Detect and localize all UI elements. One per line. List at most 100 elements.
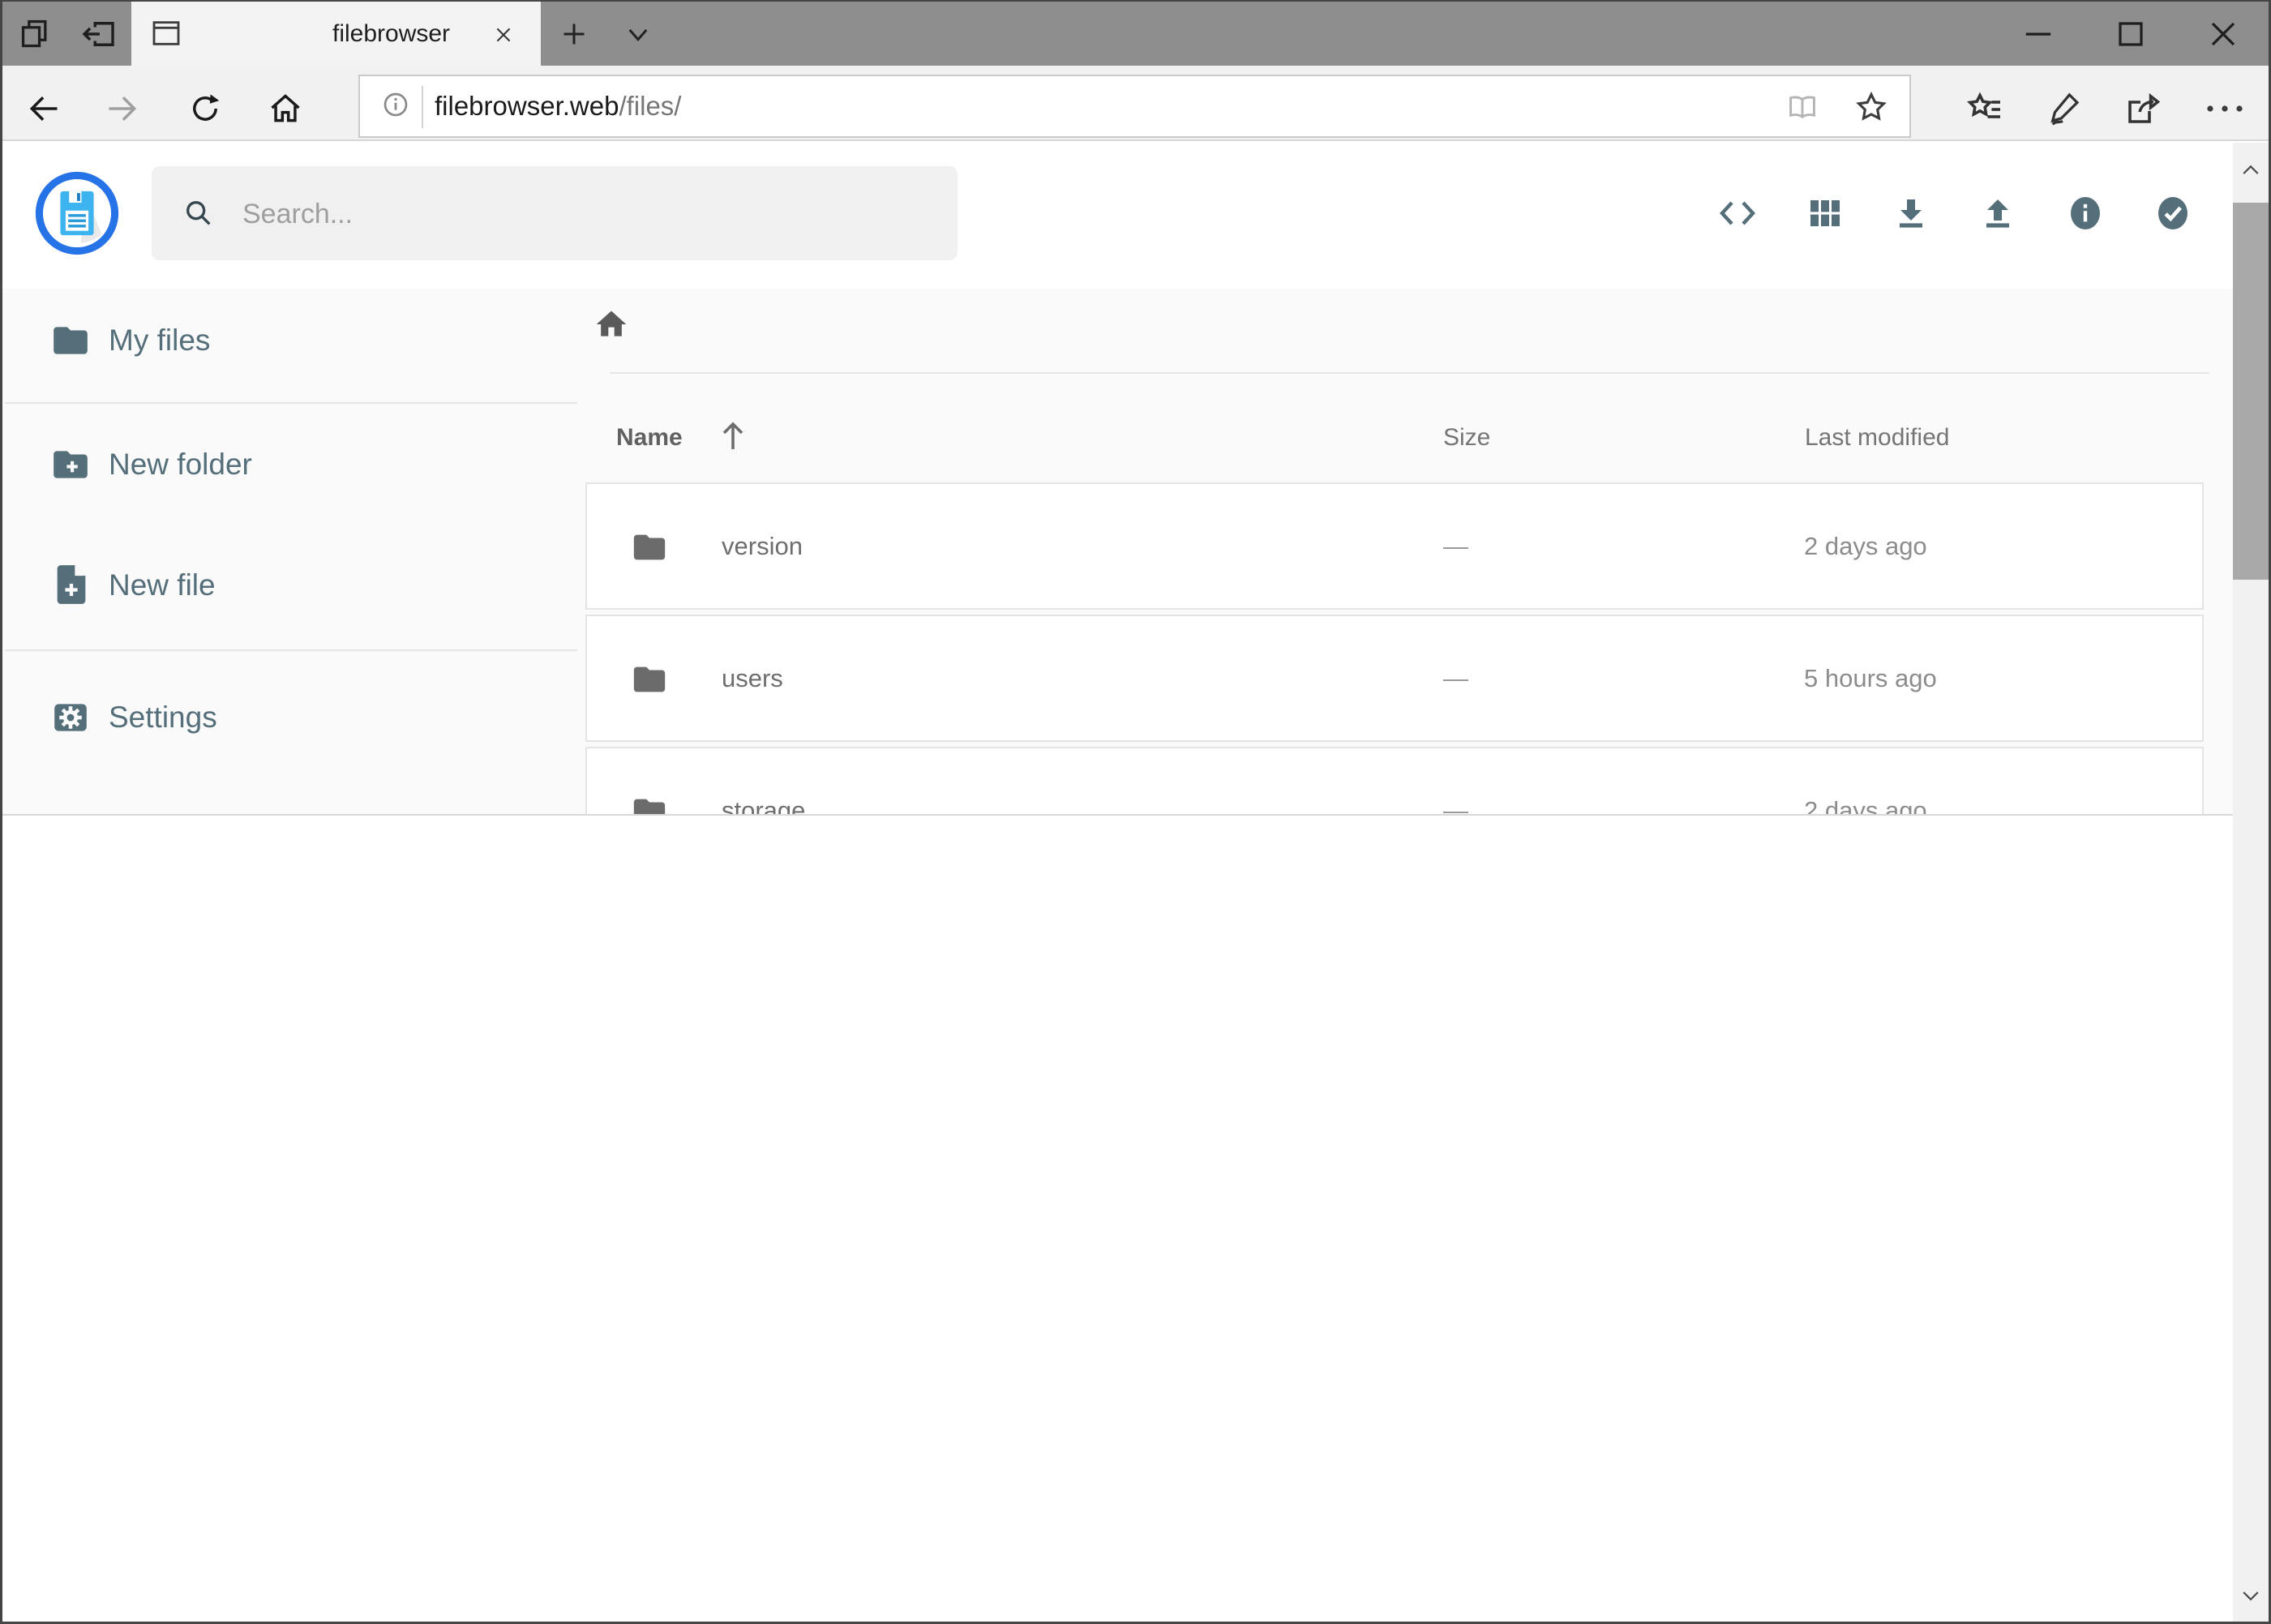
maximize-icon — [2110, 13, 2152, 55]
tabs-aside-button[interactable] — [79, 19, 117, 49]
sort-up-icon[interactable] — [717, 417, 749, 456]
home-icon — [268, 91, 303, 126]
scroll-down-button[interactable] — [2239, 1584, 2262, 1607]
search-box[interactable] — [152, 166, 958, 260]
tab-pages-icon — [18, 18, 54, 50]
refresh-button[interactable] — [187, 91, 223, 126]
scroll-up-button[interactable] — [2239, 159, 2262, 182]
new-tab-button[interactable] — [558, 18, 590, 50]
screen: filebrowser — [0, 0, 2271, 1624]
upload-icon — [1978, 194, 2017, 233]
upload-button[interactable] — [1978, 194, 2017, 233]
close-icon — [492, 24, 515, 46]
sidebar-divider — [5, 402, 577, 404]
info-filled-icon — [2066, 192, 2105, 234]
filebrowser-logo — [35, 171, 119, 255]
raw-editor-button[interactable] — [1718, 194, 1757, 233]
sidebar-item-label: New file — [109, 545, 216, 626]
file-size: — — [1443, 484, 1468, 608]
site-info-icon[interactable] — [380, 89, 411, 120]
search-input[interactable] — [241, 166, 941, 262]
favorite-star-button[interactable] — [1853, 89, 1889, 125]
download-button[interactable] — [1892, 194, 1930, 233]
scrollbar-thumb[interactable] — [2233, 203, 2269, 580]
terminal-panel[interactable]: > git status On branch master Your branc… — [0, 814, 2271, 1624]
close-icon — [2202, 13, 2244, 55]
web-notes-button[interactable] — [2046, 89, 2084, 126]
forward-arrow-icon — [105, 91, 140, 126]
breadcrumb-home-button[interactable] — [593, 306, 629, 342]
window-close-button[interactable] — [2202, 13, 2244, 55]
sidebar-divider — [5, 649, 577, 651]
file-row-version[interactable]: version — 2 days ago — [585, 482, 2204, 610]
page-scrollbar[interactable] — [2233, 143, 2269, 1624]
folder-icon — [631, 529, 668, 566]
folder-plus-icon — [50, 444, 91, 485]
gear-icon — [50, 697, 91, 738]
code-brackets-icon — [1718, 194, 1757, 233]
column-header-name[interactable]: Name — [616, 420, 683, 456]
settings-menu-button[interactable] — [2204, 99, 2246, 118]
floppy-logo-icon — [35, 171, 119, 255]
download-icon — [1892, 194, 1930, 233]
address-bar[interactable]: filebrowser.web/files/ — [358, 75, 1911, 138]
back-button[interactable] — [26, 91, 62, 126]
chevron-down-icon — [2239, 1584, 2262, 1607]
tabs-aside-icon — [79, 19, 117, 49]
grid-view-icon — [1806, 194, 1845, 233]
star-icon — [1853, 89, 1889, 125]
favorites-hub-button[interactable] — [1965, 89, 2004, 128]
file-name: users — [722, 616, 783, 740]
window-border-top — [0, 0, 2271, 2]
file-row-users[interactable]: users — 5 hours ago — [585, 615, 2204, 742]
file-modified: 2 days ago — [1804, 484, 1927, 608]
folder-icon — [631, 661, 668, 698]
url-path: /files/ — [619, 91, 681, 121]
search-icon — [182, 197, 215, 229]
select-multiple-button[interactable] — [2153, 192, 2192, 234]
grid-view-button[interactable] — [1806, 194, 1845, 233]
url-text[interactable]: filebrowser.web/files/ — [435, 76, 681, 136]
address-separator — [422, 86, 423, 128]
chevron-up-icon — [2239, 159, 2262, 182]
column-label: Name — [616, 424, 683, 451]
minimize-icon — [2017, 13, 2059, 55]
sidebar-item-label: Settings — [109, 677, 217, 758]
favorites-hub-icon — [1965, 89, 2004, 128]
file-modified: 5 hours ago — [1804, 616, 1937, 740]
share-button[interactable] — [2123, 89, 2162, 128]
column-header-modified[interactable]: Last modified — [1805, 420, 1949, 456]
forward-button[interactable] — [105, 91, 140, 126]
tab-preview-button[interactable] — [18, 18, 54, 50]
sidebar-item-settings[interactable]: Settings — [0, 677, 584, 758]
home-button[interactable] — [268, 91, 303, 126]
sidebar-item-label: My files — [109, 300, 210, 381]
home-filled-icon — [593, 306, 629, 342]
file-name: version — [722, 484, 803, 608]
pen-icon — [2046, 89, 2084, 126]
back-arrow-icon — [26, 91, 62, 126]
sidebar-item-label: New folder — [109, 424, 252, 505]
sidebar-item-new-folder[interactable]: New folder — [0, 424, 584, 505]
share-icon — [2123, 89, 2162, 128]
tab-title: filebrowser — [332, 2, 450, 66]
plus-icon — [558, 18, 590, 50]
window-minimize-button[interactable] — [2017, 13, 2059, 55]
page-favicon-icon — [150, 19, 182, 48]
tab-list-button[interactable] — [623, 24, 653, 47]
browser-tab[interactable]: filebrowser — [131, 2, 541, 66]
book-icon — [1785, 93, 1819, 121]
sidebar-item-my-files[interactable]: My files — [0, 300, 584, 381]
tab-close-button[interactable] — [492, 24, 515, 46]
window-border-left — [0, 2, 2, 1624]
file-size: — — [1443, 616, 1468, 740]
folder-icon — [50, 320, 91, 361]
reading-view-button[interactable] — [1785, 93, 1819, 121]
info-button[interactable] — [2066, 192, 2105, 234]
column-header-size[interactable]: Size — [1443, 420, 1490, 456]
sidebar-item-new-file[interactable]: New file — [0, 545, 584, 626]
chevron-down-icon — [623, 24, 653, 47]
listing-divider — [610, 372, 2209, 374]
url-host: filebrowser.web — [435, 91, 619, 121]
window-maximize-button[interactable] — [2110, 13, 2152, 55]
